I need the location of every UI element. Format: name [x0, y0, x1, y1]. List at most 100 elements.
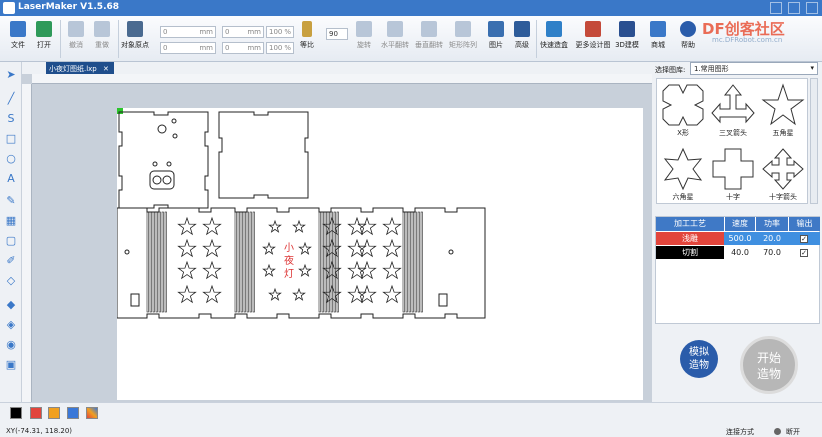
- width-pct-field[interactable]: 100%: [266, 26, 294, 38]
- rect-tool-icon[interactable]: □: [4, 132, 18, 146]
- star-cutout: [292, 287, 306, 301]
- document-tab[interactable]: 小夜灯图纸.lxp ✕: [46, 62, 114, 74]
- lock-icon: [302, 21, 312, 37]
- align-origin-button[interactable]: 对象原点: [120, 19, 150, 59]
- selection-handle: [117, 108, 123, 114]
- redo-button[interactable]: 重做: [88, 19, 116, 59]
- file-button[interactable]: 文件: [4, 19, 32, 59]
- star-cutout: [298, 241, 312, 255]
- image-button[interactable]: 图片: [482, 19, 510, 59]
- minimize-button[interactable]: [770, 2, 782, 14]
- redo-label: 重做: [95, 41, 109, 49]
- shape-star5[interactable]: 五角星: [759, 81, 807, 141]
- library-label: 选择图库:: [655, 66, 686, 74]
- vflip-button[interactable]: 垂直翻转: [412, 19, 446, 59]
- curve-tool-icon[interactable]: S: [4, 112, 18, 126]
- frame-tool-icon[interactable]: ▢: [4, 234, 18, 248]
- grid-tool-icon[interactable]: ▦: [4, 214, 18, 228]
- shape-cross-arrow[interactable]: 十字箭头: [759, 145, 807, 203]
- star-cutout: [177, 238, 197, 258]
- close-window-button[interactable]: [806, 2, 818, 14]
- close-tab-icon[interactable]: ✕: [103, 65, 109, 73]
- width-field[interactable]: 0 mm: [222, 26, 264, 38]
- device-status: 断开: [786, 428, 800, 436]
- output-checkbox[interactable]: ✓: [800, 235, 808, 243]
- store-label: 商城: [651, 41, 665, 49]
- open-button[interactable]: 打开: [30, 19, 58, 59]
- star-cutout: [298, 263, 312, 277]
- 3d-model-button[interactable]: 3D建模: [612, 19, 642, 59]
- power-value[interactable]: 70.0: [756, 246, 788, 259]
- trim-tool-icon[interactable]: ◉: [4, 338, 18, 352]
- color-swatch[interactable]: [10, 407, 22, 419]
- x-field[interactable]: 0 mm: [160, 26, 216, 38]
- output-checkbox[interactable]: ✓: [800, 249, 808, 257]
- ellipse-tool-icon[interactable]: ○: [4, 152, 18, 166]
- pen-tool-icon[interactable]: ✎: [4, 194, 18, 208]
- star-cutout: [347, 284, 367, 304]
- file-label: 文件: [11, 41, 25, 49]
- color-swatch[interactable]: [48, 407, 60, 419]
- hflip-button[interactable]: 水平翻转: [378, 19, 412, 59]
- app-logo-icon: [3, 2, 15, 14]
- gallery-scrollbar[interactable]: [810, 78, 818, 204]
- lock-ratio-button[interactable]: 等比: [296, 19, 318, 59]
- lock-label: 等比: [300, 41, 314, 49]
- undo-label: 撤消: [69, 41, 83, 49]
- switch-hole-1: [152, 175, 162, 185]
- weld-tool-icon[interactable]: ◈: [4, 318, 18, 332]
- select-tool-icon[interactable]: ➤: [4, 68, 18, 82]
- vent-slat: [243, 211, 246, 313]
- vent-slat: [318, 211, 321, 313]
- height-field[interactable]: 0 mm: [222, 42, 264, 54]
- star-cutout: [262, 263, 276, 277]
- hole-2: [171, 118, 177, 124]
- rotate-angle-select[interactable]: 90: [326, 28, 348, 40]
- rect-array-button[interactable]: 矩形阵列: [446, 19, 480, 59]
- store-button[interactable]: 商城: [644, 19, 672, 59]
- shape-cross[interactable]: 十字: [709, 145, 757, 203]
- power-value[interactable]: 20.0: [756, 232, 788, 245]
- rotate-button[interactable]: 旋转: [350, 19, 378, 59]
- hflip-label: 水平翻转: [381, 41, 409, 49]
- help-button[interactable]: 帮助: [674, 19, 702, 59]
- more-design-button[interactable]: 更多设计图: [574, 19, 612, 59]
- workspace[interactable]: 小 夜 灯: [116, 108, 643, 400]
- line-tool-icon[interactable]: ╱: [4, 92, 18, 106]
- vent-slat: [158, 211, 161, 313]
- vflip-label: 垂直翻转: [415, 41, 443, 49]
- advanced-button[interactable]: 高级: [508, 19, 536, 59]
- y-field[interactable]: 0 mm: [160, 42, 216, 54]
- toolbox-tool-icon[interactable]: ▣: [4, 358, 18, 372]
- maximize-button[interactable]: [788, 2, 800, 14]
- undo-button[interactable]: 撤消: [62, 19, 90, 59]
- color-swatch[interactable]: [30, 407, 42, 419]
- vent-slat: [402, 211, 405, 313]
- start-button[interactable]: 开始造物: [740, 336, 798, 394]
- library-select[interactable]: 1.常用图形 ▾: [690, 62, 818, 75]
- vent-slat: [149, 211, 152, 313]
- quick-box-button[interactable]: 快速造盒: [538, 19, 570, 59]
- edit-tool-icon[interactable]: ✐: [4, 254, 18, 268]
- open-label: 打开: [37, 41, 51, 49]
- watermark-url: mc.DFRobot.com.cn: [712, 36, 783, 44]
- document-tab-bar: 小夜灯图纸.lxp ✕: [22, 62, 650, 74]
- process-table: 加工工艺 速度 功率 输出 浅雕 500.0 20.0 ✓ 切割 40.0 70…: [655, 216, 820, 324]
- height-pct-field[interactable]: 100%: [266, 42, 294, 54]
- design-drawing[interactable]: 小 夜 灯: [116, 108, 643, 400]
- color-swatch[interactable]: [86, 407, 98, 419]
- speed-value[interactable]: 500.0: [725, 232, 755, 245]
- eraser-tool-icon[interactable]: ◇: [4, 274, 18, 288]
- speed-value[interactable]: 40.0: [725, 246, 755, 259]
- color-swatch[interactable]: [67, 407, 79, 419]
- shape-x[interactable]: X形: [659, 81, 707, 141]
- fill-tool-icon[interactable]: ◆: [4, 298, 18, 312]
- text-tool-icon[interactable]: A: [4, 172, 18, 186]
- shape-star6[interactable]: 六角星: [659, 145, 707, 203]
- vent-slat: [152, 211, 155, 313]
- shape-tri-arrow[interactable]: 三叉箭头: [709, 81, 757, 141]
- vent-slat: [321, 211, 324, 313]
- simulate-button[interactable]: 模拟造物: [680, 340, 718, 378]
- hole-1: [157, 124, 167, 134]
- top-panel-right: [218, 111, 309, 199]
